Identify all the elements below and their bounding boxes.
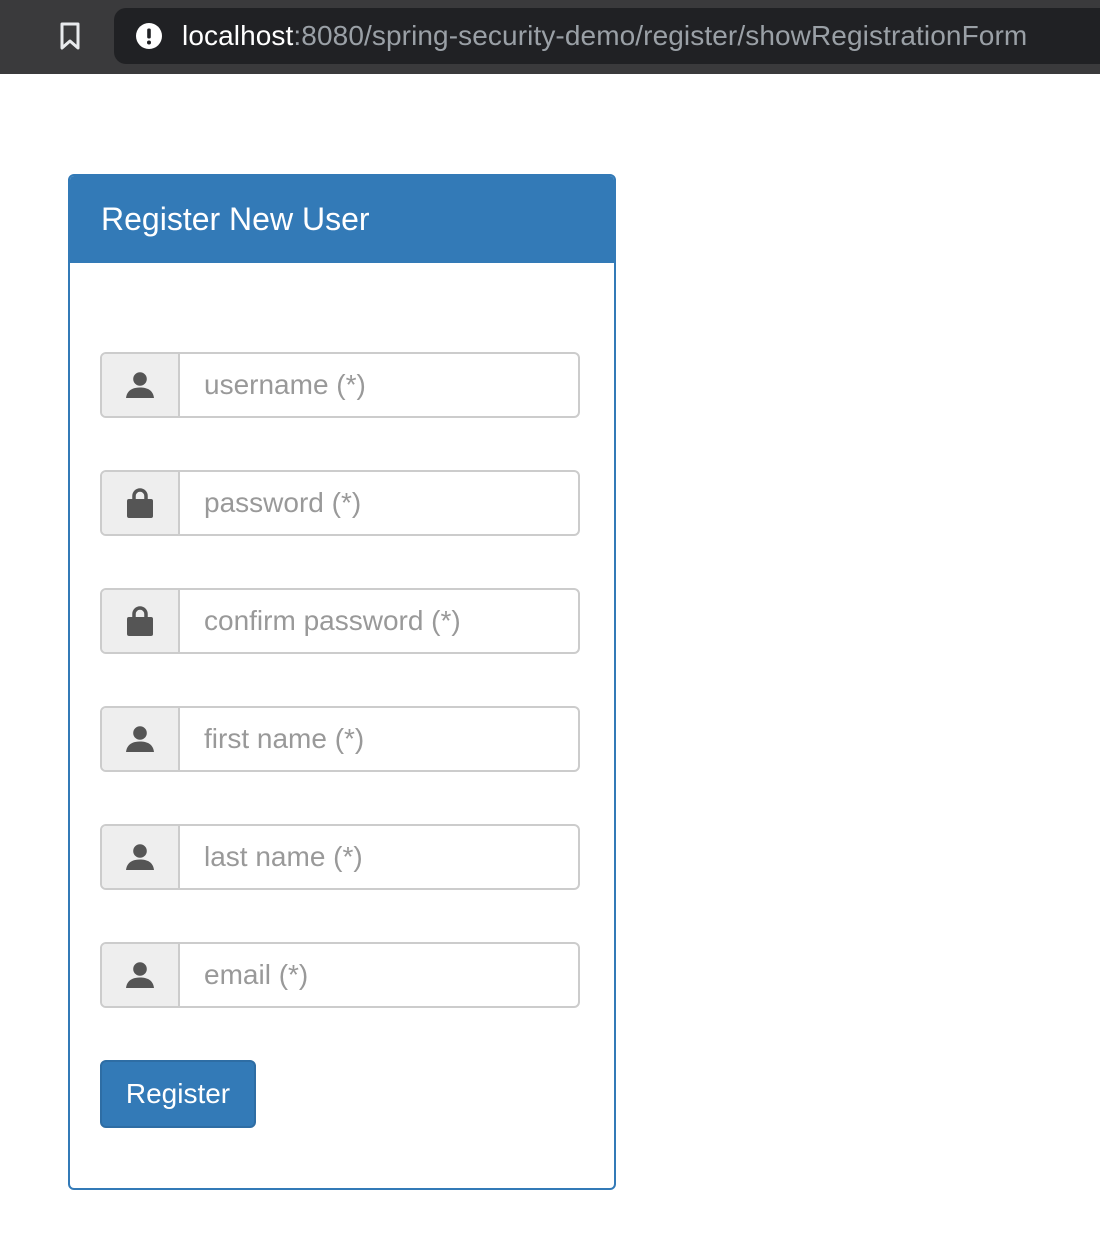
username-input[interactable] (180, 354, 578, 416)
password-input[interactable] (180, 472, 578, 534)
user-icon (126, 844, 154, 870)
lock-icon (127, 488, 153, 518)
user-icon (126, 372, 154, 398)
browser-toolbar: localhost:8080/spring-security-demo/regi… (0, 0, 1100, 74)
bookmark-button[interactable] (50, 16, 90, 56)
url-text[interactable]: localhost:8080/spring-security-demo/regi… (182, 20, 1027, 52)
email-input[interactable] (180, 944, 578, 1006)
confirm-password-input[interactable] (180, 590, 578, 652)
password-addon (102, 472, 180, 534)
email-field (100, 942, 580, 1008)
last-name-field (100, 824, 580, 890)
register-button[interactable]: Register (100, 1060, 256, 1128)
email-addon (102, 944, 180, 1006)
user-icon (126, 726, 154, 752)
last-name-input[interactable] (180, 826, 578, 888)
address-bar[interactable]: localhost:8080/spring-security-demo/regi… (114, 8, 1100, 64)
confirm-password-addon (102, 590, 180, 652)
confirm-password-field (100, 588, 580, 654)
first-name-field (100, 706, 580, 772)
url-host: localhost (182, 20, 294, 51)
password-field (100, 470, 580, 536)
first-name-input[interactable] (180, 708, 578, 770)
last-name-addon (102, 826, 180, 888)
username-addon (102, 354, 180, 416)
lock-icon (127, 606, 153, 636)
bookmark-icon (60, 22, 80, 50)
info-icon[interactable] (136, 23, 162, 49)
user-icon (126, 962, 154, 988)
panel-title: Register New User (70, 176, 614, 263)
url-path: :8080/spring-security-demo/register/show… (293, 20, 1028, 51)
first-name-addon (102, 708, 180, 770)
username-field (100, 352, 580, 418)
registration-panel: Register New User username (*) first nam… (68, 174, 616, 1190)
